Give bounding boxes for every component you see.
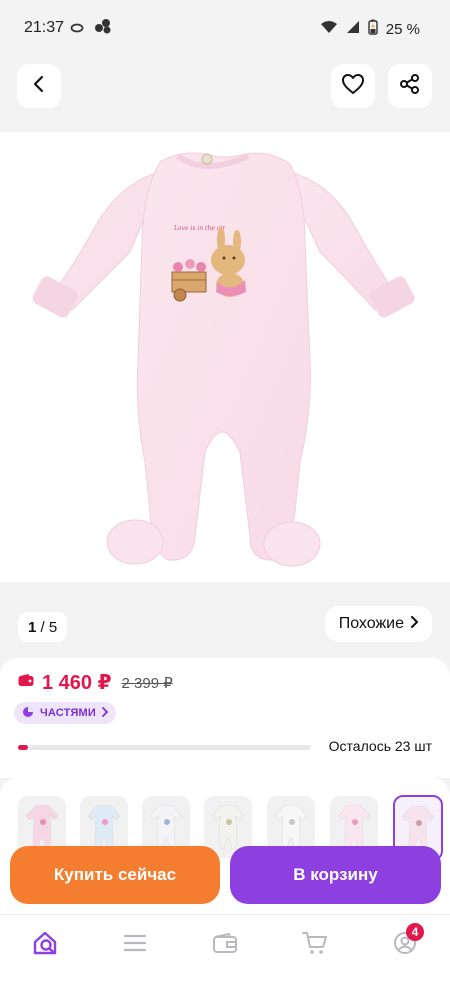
- sleepsuit-illustration: Love is in the air: [32, 152, 415, 567]
- share-icon: [399, 73, 421, 100]
- installments-label: ЧАСТЯМИ: [40, 707, 97, 719]
- back-arrow-icon: [29, 74, 49, 99]
- image-counter-separator: /: [36, 618, 49, 636]
- wallet-nav-icon: [212, 932, 238, 959]
- status-bar: 21:37 25 %: [0, 0, 450, 56]
- favorite-button[interactable]: [331, 64, 375, 108]
- nav-home-search[interactable]: [26, 929, 66, 961]
- image-counter-total: 5: [48, 618, 58, 636]
- installments-badge[interactable]: ЧАСТЯМИ: [14, 702, 117, 724]
- nav-wallet[interactable]: [205, 929, 245, 961]
- battery-percent: 25 %: [385, 20, 420, 38]
- sync-icon: [70, 20, 84, 38]
- nav-catalog[interactable]: [115, 929, 155, 961]
- back-button[interactable]: [17, 64, 61, 108]
- similar-label: Похожие: [338, 615, 404, 632]
- price-row: 1 460 ₽ 2 399 ₽: [18, 670, 173, 695]
- status-right: 25 %: [320, 19, 420, 39]
- chevron-right-small-icon: [102, 706, 109, 720]
- battery-icon: [368, 19, 378, 39]
- chevron-right-icon: [410, 615, 418, 633]
- pie-icon: [22, 706, 34, 721]
- stock-remaining: Осталось 23 шт: [328, 738, 432, 754]
- add-to-cart-button[interactable]: В корзину: [230, 846, 441, 904]
- bottom-navigation: 4: [0, 914, 450, 1001]
- product-image[interactable]: Love is in the air: [0, 132, 450, 582]
- stock-progress-fill: [18, 745, 29, 750]
- signal-icon: [346, 20, 360, 38]
- stock-progress-bar: [18, 745, 311, 750]
- cart-icon: [302, 931, 328, 960]
- catalog-icon: [123, 933, 147, 958]
- share-button[interactable]: [388, 64, 432, 108]
- image-counter: 1 / 5: [18, 612, 68, 642]
- old-price: 2 399 ₽: [121, 674, 173, 692]
- price-card: 1 460 ₽ 2 399 ₽ ЧАСТЯМИ Осталось 23 шт: [0, 658, 450, 778]
- search-home-icon: [32, 930, 60, 961]
- status-left-icons: [70, 18, 112, 39]
- nav-cart[interactable]: [295, 929, 335, 961]
- similar-button[interactable]: Похожие: [324, 606, 432, 642]
- purchase-actions: Купить сейчас В корзину: [0, 838, 450, 914]
- app-dots-icon: [94, 18, 112, 39]
- product-header: [0, 56, 450, 132]
- gallery-controls: 1 / 5 Похожие: [0, 582, 450, 662]
- status-time: 21:37: [24, 19, 65, 36]
- buy-now-button[interactable]: Купить сейчас: [10, 846, 220, 904]
- wifi-icon: [320, 20, 338, 38]
- heart-icon: [341, 73, 365, 100]
- current-price: 1 460 ₽: [42, 672, 112, 694]
- profile-badge: 4: [406, 923, 424, 941]
- image-counter-current: 1: [28, 618, 37, 636]
- wallet-icon: [18, 673, 34, 692]
